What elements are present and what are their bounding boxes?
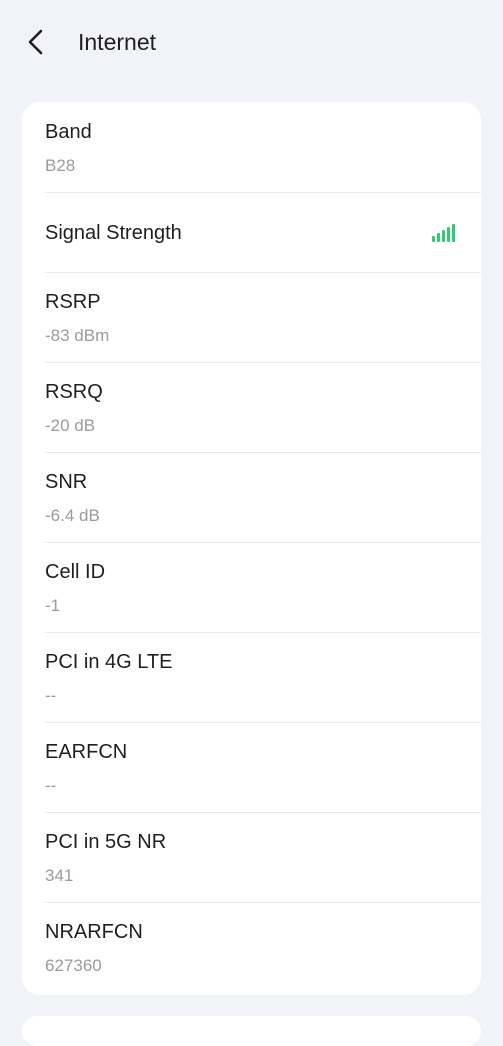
- next-card: [22, 1016, 481, 1046]
- list-item-pci-5g-nr[interactable]: PCI in 5G NR 341: [22, 813, 481, 903]
- list-item-rsrp[interactable]: RSRP -83 dBm: [22, 273, 481, 363]
- list-item-band[interactable]: Band B28: [22, 102, 481, 193]
- earfcn-label: EARFCN: [45, 741, 128, 763]
- network-info-card: Band B28 Signal Strength RSRP -83 dBm RS…: [22, 102, 481, 995]
- nrarfcn-value: 627360: [45, 956, 102, 975]
- pci-5g-nr-value: 341: [45, 866, 74, 885]
- band-value: B28: [45, 156, 76, 175]
- band-label: Band: [45, 121, 92, 143]
- app-header: Internet: [0, 0, 503, 86]
- pci-4g-lte-value: --: [45, 686, 57, 705]
- cell-id-label: Cell ID: [45, 561, 106, 583]
- snr-label: SNR: [45, 471, 88, 493]
- rsrq-label: RSRQ: [45, 381, 103, 403]
- snr-value: -6.4 dB: [45, 506, 100, 525]
- rsrp-value: -83 dBm: [45, 326, 110, 345]
- cell-id-value: -1: [45, 596, 61, 615]
- list-item-rsrq[interactable]: RSRQ -20 dB: [22, 363, 481, 453]
- page-title: Internet: [78, 29, 156, 55]
- signal-bars-icon: [432, 224, 455, 242]
- list-item-snr[interactable]: SNR -6.4 dB: [22, 453, 481, 543]
- rsrq-value: -20 dB: [45, 416, 96, 435]
- back-arrow-icon: [28, 29, 43, 55]
- list-item-pci-4g-lte[interactable]: PCI in 4G LTE --: [22, 633, 481, 723]
- list-item-earfcn[interactable]: EARFCN --: [22, 723, 481, 813]
- nrarfcn-label: NRARFCN: [45, 921, 143, 943]
- list-item-nrarfcn[interactable]: NRARFCN 627360: [22, 903, 481, 995]
- list-item-signal-strength[interactable]: Signal Strength: [22, 193, 481, 273]
- pci-5g-nr-label: PCI in 5G NR: [45, 831, 167, 853]
- signal-strength-label: Signal Strength: [45, 222, 182, 244]
- pci-4g-lte-label: PCI in 4G LTE: [45, 651, 173, 673]
- list-item-cell-id[interactable]: Cell ID -1: [22, 543, 481, 633]
- back-button[interactable]: [16, 24, 56, 60]
- rsrp-label: RSRP: [45, 291, 101, 313]
- earfcn-value: --: [45, 776, 57, 795]
